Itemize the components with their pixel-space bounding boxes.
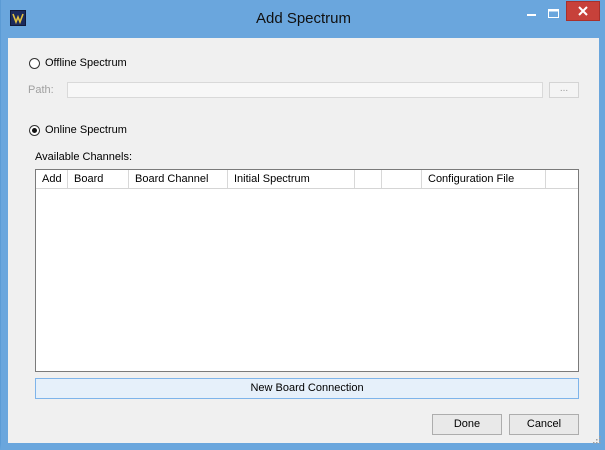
available-channels-label: Available Channels: [35, 151, 133, 163]
offline-spectrum-radio[interactable] [29, 58, 40, 69]
title-bar[interactable]: Add Spectrum [1, 0, 605, 38]
column-header-configuration-file[interactable]: Configuration File [422, 170, 546, 188]
path-input[interactable] [67, 82, 543, 98]
channels-grid[interactable]: Add Board Board Channel Initial Spectrum… [35, 169, 579, 372]
maximize-icon [548, 9, 559, 18]
online-spectrum-label[interactable]: Online Spectrum [45, 124, 127, 136]
column-header-board-channel[interactable]: Board Channel [129, 170, 228, 188]
column-header-initial-spectrum[interactable]: Initial Spectrum [228, 170, 355, 188]
maximize-button[interactable] [543, 4, 565, 24]
minimize-button[interactable] [521, 4, 543, 24]
window-border-left [1, 38, 8, 450]
window-border-right [599, 38, 605, 450]
close-button[interactable] [566, 1, 600, 21]
browse-button[interactable]: ... [549, 82, 579, 98]
column-header-blank-3[interactable] [546, 170, 578, 188]
minimize-icon [527, 14, 536, 16]
cancel-button[interactable]: Cancel [509, 414, 579, 435]
grid-header: Add Board Board Channel Initial Spectrum… [36, 170, 578, 189]
radio-selected-dot [32, 128, 37, 133]
add-spectrum-window: Add Spectrum Offline Spectrum Path: ... [0, 0, 605, 450]
column-header-blank-1[interactable] [355, 170, 382, 188]
new-board-connection-button[interactable]: New Board Connection [35, 378, 579, 399]
resize-grip-icon[interactable] [593, 436, 601, 444]
column-header-add[interactable]: Add [36, 170, 68, 188]
close-icon [578, 6, 588, 16]
dialog-content: Offline Spectrum Path: ... Online Spectr… [8, 38, 601, 444]
online-spectrum-radio[interactable] [29, 125, 40, 136]
window-title: Add Spectrum [255, 10, 352, 27]
done-button[interactable]: Done [432, 414, 502, 435]
column-header-blank-2[interactable] [382, 170, 422, 188]
offline-spectrum-label[interactable]: Offline Spectrum [45, 57, 127, 69]
path-label: Path: [28, 84, 54, 96]
column-header-board[interactable]: Board [68, 170, 129, 188]
